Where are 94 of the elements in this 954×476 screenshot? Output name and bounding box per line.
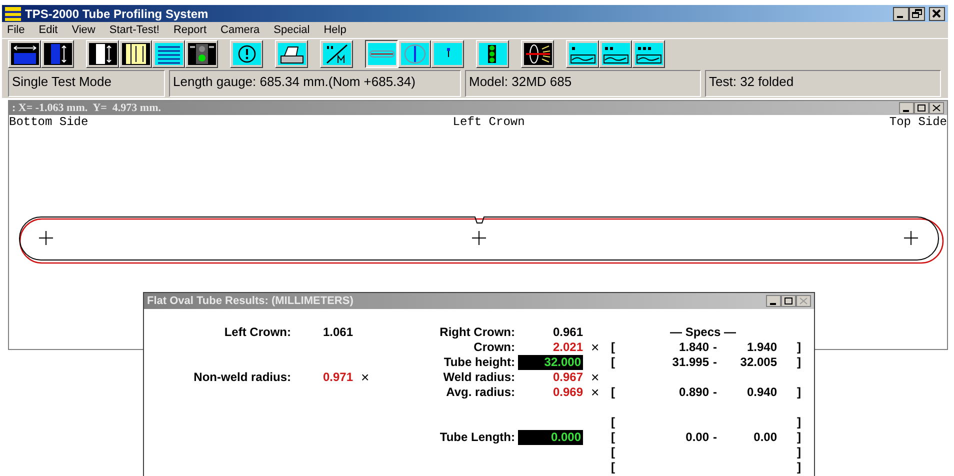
bracket: ] [797, 340, 802, 355]
crosshair-icon [904, 230, 918, 246]
axis-label: Bottom Side [9, 115, 88, 129]
graph-button[interactable] [599, 40, 632, 68]
axis-label: Left Crown [452, 115, 525, 129]
spec-max: 0.940 [746, 385, 777, 400]
range-dash: - [712, 340, 718, 355]
result-value: 2.021 [552, 340, 583, 355]
result-value: 0.967 [552, 370, 583, 385]
menu-item[interactable]: Edit [36, 22, 60, 38]
bracket: [ [611, 445, 616, 460]
menu-item[interactable]: Start-Test! [107, 22, 162, 38]
bracket: ] [797, 355, 802, 370]
bracket: ] [797, 460, 802, 475]
graph-button[interactable] [632, 40, 665, 68]
status-field: Model: 32MD 685 [465, 70, 701, 97]
out-of-spec-mark: × [590, 385, 600, 400]
crosshair-icon [472, 230, 486, 246]
bracket: ] [797, 445, 802, 460]
spec-max: 1.940 [746, 340, 777, 355]
close-icon[interactable] [929, 102, 944, 114]
horizontal-tube-button[interactable] [365, 40, 398, 68]
spec-min: 0.890 [678, 385, 709, 400]
window-title: : X= -1.063 mm. Y= 4.973 mm. [12, 100, 161, 116]
result-value: 0.961 [552, 325, 583, 340]
spec-min: 0.00 [684, 430, 709, 445]
menu-item[interactable]: View [70, 22, 98, 38]
minimize-icon[interactable] [893, 6, 909, 20]
crosshair-icon [38, 230, 54, 246]
result-label: Avg. radius: [445, 385, 515, 400]
bracket: ] [797, 415, 802, 430]
range-dash: - [712, 385, 718, 400]
maximize-icon[interactable] [781, 295, 796, 307]
units-button[interactable] [320, 40, 353, 68]
result-label: Tube height: [442, 355, 515, 370]
value-display: 0.000 [518, 430, 583, 445]
bar-button[interactable] [86, 40, 119, 68]
bracket: [ [611, 430, 616, 445]
menu-item[interactable]: File [5, 22, 27, 38]
bracket: [ [611, 340, 616, 355]
minimize-icon[interactable] [899, 102, 914, 114]
result-label: Tube Length: [438, 430, 515, 445]
bracket: ] [797, 430, 802, 445]
bracket: [ [611, 355, 616, 370]
result-label: Crown: [472, 340, 515, 355]
status-field: Length gauge: 685.34 mm.(Nom +685.34) [169, 70, 461, 97]
close-icon[interactable] [929, 6, 945, 20]
maximize-icon[interactable] [914, 102, 929, 114]
range-dash: - [712, 430, 718, 445]
bracket: [ [611, 415, 616, 430]
vertical-tube-button[interactable] [398, 40, 431, 68]
traffic-light-button[interactable] [185, 40, 218, 68]
window-title: TPS-2000 Tube Profiling System [25, 6, 208, 22]
menu-item[interactable]: Camera [218, 22, 262, 38]
minimize-icon[interactable] [766, 295, 781, 307]
out-of-spec-mark: × [590, 340, 600, 355]
status-field: Single Test Mode [8, 70, 165, 97]
app-icon [5, 6, 21, 20]
result-label: Non-weld radius: [192, 370, 291, 385]
result-label: Weld radius: [442, 370, 515, 385]
spec-max: 0.00 [752, 430, 777, 445]
bracket: [ [611, 385, 616, 400]
bar-button[interactable] [41, 40, 74, 68]
result-label: Left Crown: [223, 325, 291, 340]
pin-button[interactable] [431, 40, 464, 68]
result-value: 0.971 [322, 370, 353, 385]
specs-heading: — Specs — [668, 325, 738, 340]
bar-button[interactable] [119, 40, 152, 68]
bracket: [ [611, 460, 616, 475]
axis-label: Top Side [889, 115, 947, 129]
result-label: Right Crown: [438, 325, 515, 340]
speech-bubble-button[interactable] [230, 40, 263, 68]
menu-item[interactable]: Special [272, 22, 312, 38]
bracket: ] [797, 385, 802, 400]
status-field: Test: 32 folded [705, 70, 941, 97]
ruler-button[interactable] [8, 40, 41, 68]
dialog-title: Flat Oval Tube Results: (MILLIMETERS) [147, 294, 354, 309]
menu-item[interactable]: Help [322, 22, 348, 38]
spec-min: 1.840 [678, 340, 709, 355]
out-of-spec-mark: × [590, 370, 600, 385]
value-display: 32.000 [518, 355, 583, 370]
restore-icon[interactable] [909, 6, 925, 20]
menu-item[interactable]: Report [171, 22, 209, 38]
lens-button[interactable] [521, 40, 554, 68]
printer-button[interactable] [275, 40, 308, 68]
list-button[interactable] [152, 40, 185, 68]
graph-button[interactable] [566, 40, 599, 68]
dots-button[interactable] [476, 40, 509, 68]
result-value: 0.969 [552, 385, 583, 400]
spec-min: 31.995 [671, 355, 709, 370]
out-of-spec-mark: × [360, 370, 370, 385]
range-dash: - [712, 355, 718, 370]
result-value: 1.061 [322, 325, 353, 340]
spec-max: 32.005 [739, 355, 777, 370]
